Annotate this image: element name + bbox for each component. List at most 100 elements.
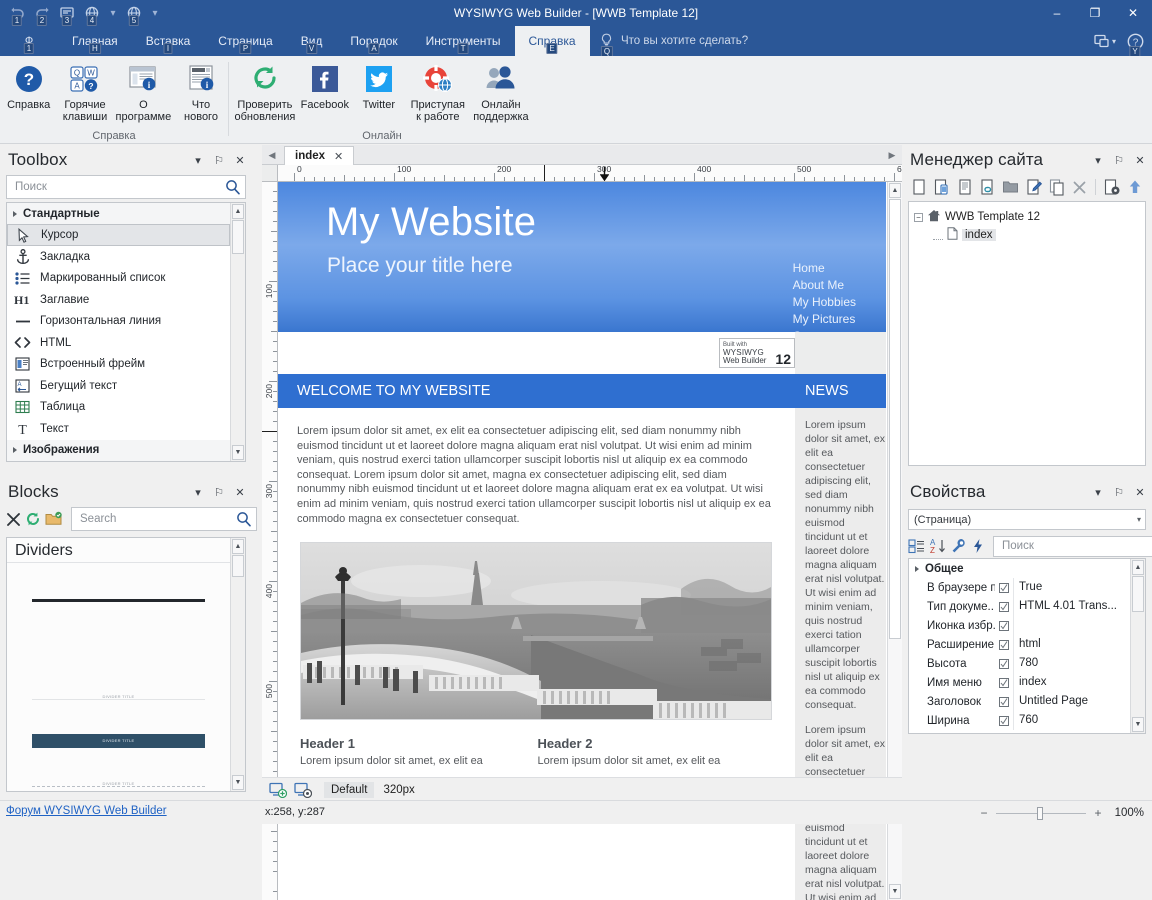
property-row[interactable]: Иконка избр... xyxy=(909,616,1130,635)
preview-button[interactable]: 3 xyxy=(56,2,78,24)
tab-arrange[interactable]: Порядок A xyxy=(336,26,411,56)
zoom-slider[interactable] xyxy=(996,813,1086,814)
shortcuts-button[interactable]: Q W A ? Горячие клавиши xyxy=(57,60,112,123)
site-tree-item-index[interactable]: index xyxy=(914,226,1145,244)
property-object-selector[interactable]: (Страница) ▾ xyxy=(908,509,1146,530)
tab-insert[interactable]: Вставка I xyxy=(132,26,205,56)
publish-button[interactable]: 4 xyxy=(81,2,103,24)
properties-close-icon[interactable]: ✕ xyxy=(1134,485,1146,499)
canvas-scroll-down-button[interactable]: ▼ xyxy=(889,884,901,899)
property-row[interactable]: В браузере п... True xyxy=(909,578,1130,597)
zoom-in-button[interactable]: + xyxy=(1093,806,1103,820)
online-support-button[interactable]: Онлайн поддержка xyxy=(470,60,532,123)
categorized-view-button[interactable] xyxy=(908,535,925,557)
nav-link-my-pictures[interactable]: My Pictures xyxy=(793,311,856,327)
search-icon[interactable] xyxy=(236,511,252,527)
facebook-button[interactable]: Facebook xyxy=(298,60,352,111)
new-mobile-page-button[interactable] xyxy=(931,177,952,198)
help-button[interactable]: ? Справка xyxy=(0,60,57,111)
property-value[interactable]: HTML 4.01 Trans... xyxy=(1013,597,1130,616)
tab-page[interactable]: Страница P xyxy=(204,26,286,56)
property-row[interactable]: Ширина 760 xyxy=(909,711,1130,730)
property-row[interactable]: Расширение html xyxy=(909,635,1130,654)
about-button[interactable]: i О программе xyxy=(113,60,174,123)
refresh-icon[interactable] xyxy=(25,509,41,529)
property-value[interactable]: 780 xyxy=(1013,654,1130,673)
properties-menu-icon[interactable]: ▾ xyxy=(1092,485,1104,499)
zoom-slider-thumb[interactable] xyxy=(1037,807,1043,820)
breakpoint-default[interactable]: Default xyxy=(324,782,374,798)
property-row[interactable]: Высота 780 xyxy=(909,654,1130,673)
toolbox-item-bookmark[interactable]: Закладка xyxy=(7,246,230,268)
blocks-scroll-up-button[interactable]: ▲ xyxy=(232,539,244,554)
new-page-button[interactable] xyxy=(908,177,929,198)
tab-scroll-left-icon[interactable]: ◀ xyxy=(266,148,278,162)
search-icon[interactable] xyxy=(225,179,241,195)
property-value[interactable]: Untitled Page xyxy=(1013,692,1130,711)
property-category-general[interactable]: Общее xyxy=(909,559,1130,578)
property-scroll-thumb[interactable] xyxy=(1132,576,1144,612)
close-button[interactable]: ✕ xyxy=(1114,0,1152,26)
publish-site-button[interactable]: 5 xyxy=(123,2,145,24)
toolbox-category-images[interactable]: Изображения xyxy=(7,440,230,461)
publish-dropdown-icon[interactable]: ▾ xyxy=(106,8,120,19)
toolbox-item-table[interactable]: Таблица xyxy=(7,397,230,419)
getting-started-button[interactable]: Приступая к работе xyxy=(406,60,470,123)
tab-help[interactable]: Справка E xyxy=(515,26,590,56)
add-breakpoint-icon[interactable] xyxy=(268,781,288,799)
blocks-scroll-down-button[interactable]: ▼ xyxy=(232,775,244,790)
toolbox-category-standard[interactable]: Стандартные xyxy=(7,203,230,224)
tab-home[interactable]: Главная H xyxy=(58,26,132,56)
site-manager-pin-icon[interactable]: ⚐ xyxy=(1113,153,1125,167)
property-value[interactable]: index xyxy=(1013,673,1130,692)
paris-photo[interactable] xyxy=(300,542,772,720)
toolbox-item-text[interactable]: T Текст xyxy=(7,418,230,440)
blocks-search[interactable] xyxy=(71,507,257,531)
property-value[interactable] xyxy=(1013,616,1130,635)
undo-button[interactable]: 1 xyxy=(6,2,28,24)
new-master-page-button[interactable] xyxy=(954,177,975,198)
toolbox-list[interactable]: Стандартные Курсор Закладка xyxy=(6,202,246,462)
toolbox-item-iframe[interactable]: Встроенный фрейм xyxy=(7,354,230,376)
canvas-scroll-thumb[interactable] xyxy=(889,199,901,639)
chevron-down-icon[interactable]: ▾ xyxy=(1137,515,1141,524)
property-row[interactable]: Имя меню index xyxy=(909,673,1130,692)
folder-open-icon[interactable] xyxy=(45,509,63,529)
site-manager-close-icon[interactable]: ✕ xyxy=(1134,153,1146,167)
property-value[interactable]: True xyxy=(1013,578,1130,597)
properties-pin-icon[interactable]: ⚐ xyxy=(1113,485,1125,499)
toolbox-scroll-up-button[interactable]: ▲ xyxy=(232,204,244,219)
property-scroll-down-button[interactable]: ▼ xyxy=(1132,717,1144,732)
toolbox-item-marquee[interactable]: A Бегущий текст xyxy=(7,375,230,397)
redo-button[interactable]: 2 xyxy=(31,2,53,24)
toolbox-scrollbar[interactable]: ▲ ▼ xyxy=(230,203,245,461)
delete-page-button[interactable] xyxy=(1069,177,1090,198)
duplicate-page-button[interactable] xyxy=(1046,177,1067,198)
toolbox-item-cursor[interactable]: Курсор xyxy=(7,224,230,246)
toolbox-item-bulleted-list[interactable]: Маркированный список xyxy=(7,268,230,290)
alphabetical-sort-button[interactable]: AZ xyxy=(929,535,947,557)
wrench-icon[interactable] xyxy=(951,535,967,557)
site-manager-menu-icon[interactable]: ▾ xyxy=(1092,153,1104,167)
twitter-button[interactable]: Twitter xyxy=(352,60,406,111)
page-hero-banner[interactable]: My Website Place your title here Home Ab… xyxy=(278,182,886,332)
canvas-scroll-up-button[interactable]: ▲ xyxy=(889,183,901,198)
rename-page-button[interactable] xyxy=(1023,177,1044,198)
block-item-text-divider[interactable]: DIVIDER TITLE xyxy=(32,694,205,704)
blocks-scroll-thumb[interactable] xyxy=(232,555,244,577)
toolbox-pin-icon[interactable]: ⚐ xyxy=(213,153,225,167)
whats-new-button[interactable]: i Что нового xyxy=(174,60,228,123)
blocks-pin-icon[interactable]: ⚐ xyxy=(213,485,225,499)
blocks-close-icon[interactable]: ✕ xyxy=(234,485,246,499)
forum-link[interactable]: Форум WYSIWYG Web Builder xyxy=(6,805,167,817)
property-scroll-up-button[interactable]: ▲ xyxy=(1132,560,1144,575)
properties-search-input[interactable] xyxy=(1000,539,1152,553)
property-value[interactable]: html xyxy=(1013,635,1130,654)
document-tab-close-icon[interactable]: ✕ xyxy=(334,150,343,163)
restore-button[interactable]: ❐ xyxy=(1076,0,1114,26)
tab-view[interactable]: Вид V xyxy=(287,26,337,56)
block-item-dotted-divider[interactable]: DIVIDER TITLE xyxy=(32,781,205,791)
site-tree[interactable]: − WWB Template 12 index xyxy=(908,201,1146,466)
blocks-search-input[interactable] xyxy=(78,512,236,526)
property-row[interactable]: Тип докуме... HTML 4.01 Trans... xyxy=(909,597,1130,616)
